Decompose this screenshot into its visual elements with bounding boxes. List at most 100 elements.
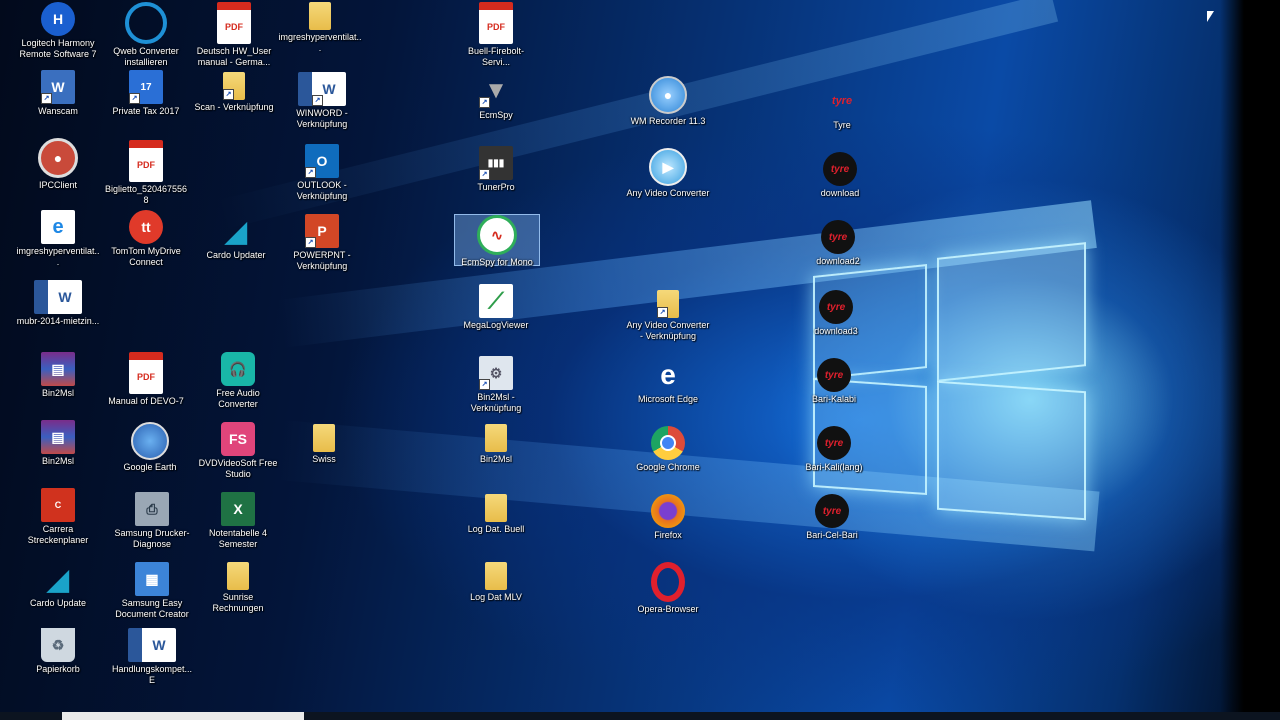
desktop-icon-bin2msl-archive[interactable]: ▤ Bin2Msl — [16, 420, 100, 486]
desktop-icon-tomtom[interactable]: tt TomTom MyDrive Connect — [104, 210, 188, 276]
desktop-icon-label: MegaLogViewer — [463, 320, 529, 330]
folder-icon — [485, 424, 507, 452]
tyre-icon: tyre — [817, 426, 851, 460]
folder-icon: ↗ — [223, 72, 245, 100]
windows-logo-pane — [937, 242, 1086, 382]
desktop-icon-any-video-converter-shortcut[interactable]: ↗ Any Video Converter - Verknüpfung — [626, 290, 710, 356]
desktop-icon-label: Samsung Easy Document Creator — [115, 598, 189, 619]
desktop-icon-google-earth[interactable]: Google Earth — [108, 422, 192, 488]
desktop-icon-biglietto[interactable]: PDF Biglietto_5204675568 — [104, 140, 188, 206]
desktop-icon-download2[interactable]: tyre download2 — [796, 220, 880, 286]
desktop-icon-samsung-drucker[interactable]: ⎙ Samsung Drucker-Diagnose — [110, 492, 194, 558]
desktop-icon-swiss[interactable]: Swiss — [282, 424, 366, 490]
desktop-icon-opera[interactable]: Opera-Browser — [626, 562, 710, 628]
folder-icon — [313, 424, 335, 452]
desktop-icon-dvdvideosoft[interactable]: FS DVDVideoSoft Free Studio — [196, 422, 280, 488]
desktop-icon-label: EcmSpy for Mono — [461, 257, 533, 267]
desktop-icon-notentabelle[interactable]: X Notentabelle 4 Semester — [196, 492, 280, 558]
desktop-icon-label: TomTom MyDrive Connect — [111, 246, 181, 267]
desktop-icon-label: Carrera Streckenplaner — [27, 524, 89, 545]
desktop-icon-bari-cel-bari[interactable]: tyre Bari-Cel-Bari — [790, 494, 874, 560]
mouse-cursor-icon — [1207, 11, 1214, 22]
desktop-icon-cardo-updater[interactable]: ◢ Cardo Updater — [194, 214, 278, 280]
desktop-icon-download3[interactable]: tyre download3 — [794, 290, 878, 356]
desktop-icon-bin2msl-folder[interactable]: Bin2Msl — [454, 424, 538, 490]
desktop-icon-label: IPCClient — [38, 180, 77, 190]
desktop-icon-google-chrome[interactable]: Google Chrome — [626, 426, 710, 492]
desktop-icon-private-tax[interactable]: 17 ↗ Private Tax 2017 — [104, 70, 188, 136]
desktop-icon-label: Google Earth — [123, 462, 177, 472]
desktop-icon-winword[interactable]: W ↗ WINWORD - Verknüpfung — [280, 72, 364, 138]
desktop-icon-qweb[interactable]: Qweb Converter installieren — [104, 2, 188, 68]
desktop-icon-handlungskompetenz[interactable]: W Handlungskompet... E — [110, 628, 194, 694]
cardo-icon: ◢ — [47, 563, 69, 595]
folder-icon — [485, 494, 507, 522]
desktop-icon-download[interactable]: tyre download — [798, 152, 882, 218]
desktop-icon-label: EcmSpy — [479, 110, 513, 120]
desktop-icon-label: Sunrise Rechnungen — [212, 592, 264, 613]
desktop-icon-powerpnt[interactable]: P ↗ POWERPNT - Verknüpfung — [280, 214, 364, 280]
google-earth-icon — [131, 422, 169, 460]
desktop-icon-label: Cardo Update — [29, 598, 87, 608]
desktop-icon-any-video-converter[interactable]: ▶ Any Video Converter — [626, 148, 710, 214]
desktop-icon-megalogviewer[interactable]: ⟋ MegaLogViewer — [454, 284, 538, 350]
desktop-icon-tunerpro[interactable]: ▮▮▮ ↗ TunerPro — [454, 146, 538, 212]
wm-recorder-icon: ● — [649, 76, 687, 114]
desktop-icon-label: Log Dat MLV — [470, 592, 522, 602]
desktop-icon-recycle-bin[interactable]: ♻ Papierkorb — [16, 628, 100, 694]
chrome-icon — [651, 426, 685, 460]
desktop-icon-imgreshyperventilat-edge[interactable]: e imgreshyperventilat... — [16, 210, 100, 276]
desktop-icon-samsung-easy-doc[interactable]: ▦ Samsung Easy Document Creator — [110, 562, 194, 628]
word-icon: W ↗ — [298, 72, 346, 106]
winrar-archive-icon: ▤ — [41, 352, 75, 386]
desktop-icon-wanscam[interactable]: W ↗ Wanscam — [16, 70, 100, 136]
edge-icon: e — [660, 359, 676, 390]
folder-icon — [485, 562, 507, 590]
desktop-icon-bari-kali-lang[interactable]: tyre Bari-Kali(lang) — [792, 426, 876, 492]
desktop-icon-microsoft-edge[interactable]: e Microsoft Edge — [626, 358, 710, 424]
desktop-icon-label: Microsoft Edge — [637, 394, 699, 404]
desktop-icon-label: DVDVideoSoft Free Studio — [198, 458, 278, 479]
desktop-icon-manual-devo7[interactable]: PDF Manual of DEVO-7 — [104, 352, 188, 418]
desktop-icon-bari-kalabi[interactable]: tyre Bari-Kalabi — [792, 358, 876, 424]
desktop-icon-log-dat-mlv[interactable]: Log Dat MLV — [454, 562, 538, 628]
desktop-icon-mubr[interactable]: W mubr-2014-mietzin... — [16, 280, 100, 346]
edge-document-icon: e — [41, 210, 75, 244]
desktop-icon-sunrise-rechnungen[interactable]: Sunrise Rechnungen — [196, 562, 280, 628]
tyre-icon: tyre — [823, 152, 857, 186]
desktop-icon-tyre[interactable]: tyre Tyre — [800, 84, 884, 150]
desktop-icon-imgreshyperventilat-folder[interactable]: imgreshyperventilat... — [278, 2, 362, 68]
word-document-icon: W — [128, 628, 176, 662]
desktop-icon-ipcclient[interactable]: ● IPCClient — [16, 138, 100, 204]
desktop-icon-label: Swiss — [312, 454, 336, 464]
desktop-icon-label: Free Audio Converter — [216, 388, 260, 409]
tyre-icon: tyre — [817, 358, 851, 392]
desktop-icon-wm-recorder[interactable]: ● WM Recorder 11.3 — [626, 76, 710, 142]
pdf-icon: PDF — [479, 2, 513, 44]
desktop-icon-bin2msl-shortcut[interactable]: ⚙ ↗ Bin2Msl - Verknüpfung — [454, 356, 538, 422]
desktop-icon-deutsch-hw-manual[interactable]: PDF Deutsch HW_User manual - Germa... — [192, 2, 276, 68]
desktop-icon-label: Any Video Converter - Verknüpfung — [626, 320, 710, 341]
taskbar-search-box[interactable] — [62, 712, 304, 720]
document-creator-icon: ▦ — [135, 562, 169, 596]
folder-icon — [309, 2, 331, 30]
desktop-icon-free-audio-converter[interactable]: 🎧 Free Audio Converter — [196, 352, 280, 418]
desktop-icon-firefox[interactable]: Firefox — [626, 494, 710, 560]
windows-logo-pane — [937, 380, 1086, 521]
desktop-icon-scan[interactable]: ↗ Scan - Verknüpfung — [192, 72, 276, 138]
desktop-icon-carrera[interactable]: C Carrera Streckenplaner — [16, 488, 100, 554]
desktop-icon-log-dat-buell[interactable]: Log Dat. Buell — [454, 494, 538, 560]
tyre-icon: tyre — [819, 290, 853, 324]
desktop-icon-buell-firebolt[interactable]: PDF Buell-Firebolt-Servi... — [454, 2, 538, 68]
qweb-icon — [125, 2, 167, 44]
ecmspy-icon: ▼ ↗ — [479, 74, 513, 108]
desktop-icon-bin2msl-archive[interactable]: ▤ Bin2Msl — [16, 352, 100, 418]
desktop-icon-label: mubr-2014-mietzin... — [16, 316, 100, 326]
desktop-icon-label: Handlungskompet... E — [111, 664, 193, 685]
desktop-icon-cardo-update[interactable]: ◢ Cardo Update — [16, 562, 100, 628]
desktop-icon-ecmspy-mono[interactable]: ∿ EcmSpy for Mono — [454, 214, 540, 267]
desktop-icon-harmony[interactable]: H Logitech Harmony Remote Software 7 — [16, 2, 100, 68]
desktop-icon-outlook[interactable]: O ↗ OUTLOOK - Verknüpfung — [280, 144, 364, 210]
desktop-icon-label: Any Video Converter — [626, 188, 710, 198]
desktop-icon-ecmspy[interactable]: ▼ ↗ EcmSpy — [454, 74, 538, 140]
